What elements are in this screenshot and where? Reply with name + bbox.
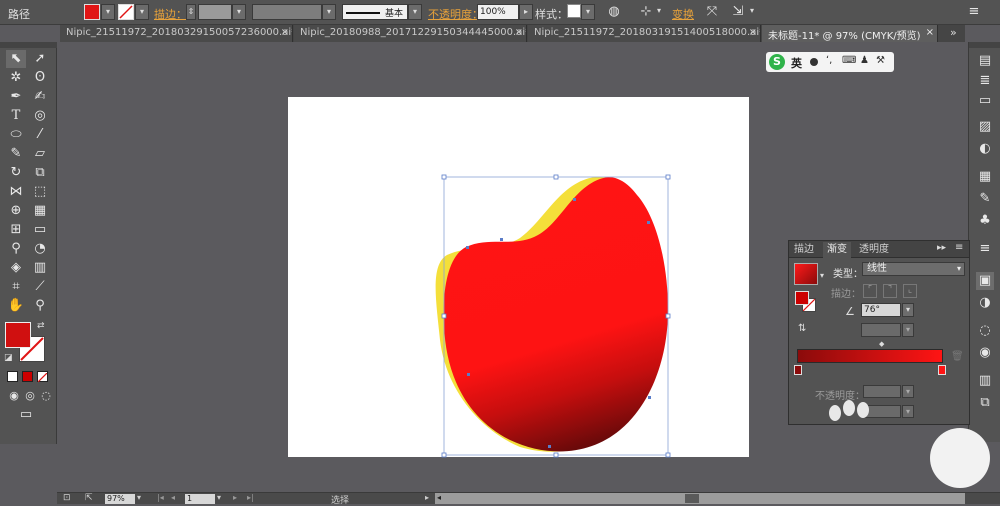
stroke-label: 描边：: [831, 289, 861, 300]
pathfinder-panel-icon[interactable]: ⧉: [976, 394, 994, 412]
stop-opacity-input[interactable]: [863, 385, 901, 398]
punctuation-icon[interactable]: [810, 58, 818, 66]
artboard-dropdown[interactable]: ▾: [217, 493, 221, 502]
keyboard-icon[interactable]: ⌨: [842, 55, 856, 66]
appearance-panel-icon[interactable]: ◌: [976, 322, 994, 340]
angle-input[interactable]: 76°: [861, 303, 901, 317]
properties-panel-icon[interactable]: ▤: [976, 52, 994, 70]
right-panel-dock: ▤ ≣ ▭ ▨ ◐ ▦ ✎ ♣ ≡ ▣ ◑ ◌ ◉ ▥ ⧉: [968, 42, 1000, 442]
libraries-panel-icon[interactable]: ▭: [976, 92, 994, 110]
dock-grip[interactable]: [969, 42, 1000, 48]
artboard-nav-icon[interactable]: ⊡: [63, 493, 71, 503]
align-panel-icon[interactable]: ▥: [976, 372, 994, 390]
zoom-dropdown[interactable]: ▾: [137, 493, 141, 502]
scroll-left-icon[interactable]: ◂: [437, 493, 441, 502]
symbols-panel-icon[interactable]: ♣: [976, 212, 994, 230]
gradient-preset-dropdown[interactable]: ▾: [820, 271, 824, 280]
gradient-type-value: 线性: [867, 263, 887, 274]
prev-artboard-icon[interactable]: ◂: [171, 493, 175, 502]
panel-collapse-icon[interactable]: ▸▸: [937, 243, 946, 253]
stroke-gradient-across-icon[interactable]: ⌞: [903, 284, 917, 298]
midpoint-diamond-icon[interactable]: ◆: [879, 340, 884, 348]
color-guide-icon[interactable]: ◐: [976, 140, 994, 158]
last-artboard-icon[interactable]: ▸|: [247, 493, 254, 502]
gradient-panel: 描边 渐变 透明度 ▸▸ ≡ ▾ 类型： 线性 ▾ 描边： ⌜ ⌝ ⌞ ∠ 76…: [788, 240, 970, 425]
gradient-panel-icon[interactable]: ▣: [976, 272, 994, 290]
tab-transparency[interactable]: 透明度: [859, 242, 889, 258]
panel-menu-icon[interactable]: ≡: [955, 242, 963, 253]
wrench-icon[interactable]: ⚒: [876, 55, 885, 66]
stroke-panel-icon[interactable]: ≡: [976, 240, 994, 258]
stop-opacity-dropdown[interactable]: ▾: [902, 385, 914, 398]
chevron-down-icon: ▾: [956, 264, 961, 273]
delete-stop-icon[interactable]: 🗑: [951, 351, 964, 362]
full-half-width-icon[interactable]: ʻ,: [826, 55, 832, 66]
stroke-gradient-within-icon[interactable]: ⌜: [863, 284, 877, 298]
tab-gradient[interactable]: 渐变: [823, 242, 851, 258]
user-icon[interactable]: ♟: [860, 55, 869, 66]
reverse-gradient-icon[interactable]: ⇅: [798, 323, 806, 334]
angle-dropdown[interactable]: ▾: [902, 303, 914, 317]
share-icon[interactable]: ⇱: [85, 493, 93, 503]
paw-overlay-icon: [829, 400, 869, 421]
next-artboard-icon[interactable]: ▸: [233, 493, 237, 502]
graphic-styles-panel-icon[interactable]: ◉: [976, 344, 994, 362]
gradient-stop-left[interactable]: [794, 365, 802, 375]
brushes-panel-icon[interactable]: ✎: [976, 190, 994, 208]
gradient-stop-right[interactable]: [938, 365, 946, 375]
first-artboard-icon[interactable]: |◂: [157, 493, 164, 502]
gradient-preview-swatch[interactable]: [794, 263, 818, 285]
sogou-logo-icon[interactable]: S: [769, 54, 785, 70]
type-label: 类型：: [833, 269, 863, 280]
status-menu-arrow[interactable]: ▸: [425, 493, 429, 502]
watermark-blob: [930, 428, 990, 488]
aspect-ratio-input[interactable]: [861, 323, 901, 337]
transparency-panel-icon[interactable]: ◑: [976, 294, 994, 312]
layers-panel-icon[interactable]: ≣: [976, 72, 994, 90]
panel-fill-box[interactable]: [795, 291, 809, 305]
scrollbar-thumb[interactable]: [685, 494, 699, 503]
gradient-type-select[interactable]: 线性 ▾: [862, 262, 965, 276]
gradient-slider[interactable]: [797, 349, 943, 363]
aspect-ratio-dropdown[interactable]: ▾: [902, 323, 914, 337]
angle-icon: ∠: [845, 305, 855, 318]
current-tool-status: 选择: [331, 496, 350, 506]
fill-color-box[interactable]: [5, 322, 31, 348]
stroke-gradient-along-icon[interactable]: ⌝: [883, 284, 897, 298]
ime-toolbar: S 英 ʻ, ⌨ ♟ ⚒: [766, 52, 894, 72]
zoom-input[interactable]: 97%: [105, 494, 135, 504]
stop-location-dropdown[interactable]: ▾: [902, 405, 914, 418]
color-panel-icon[interactable]: ▨: [976, 118, 994, 136]
tab-stroke[interactable]: 描边: [794, 242, 814, 258]
horizontal-scrollbar[interactable]: ◂: [435, 493, 965, 504]
ime-language[interactable]: 英: [791, 55, 802, 71]
swatches-panel-icon[interactable]: ▦: [976, 168, 994, 186]
artboard-number-input[interactable]: 1: [185, 494, 215, 504]
